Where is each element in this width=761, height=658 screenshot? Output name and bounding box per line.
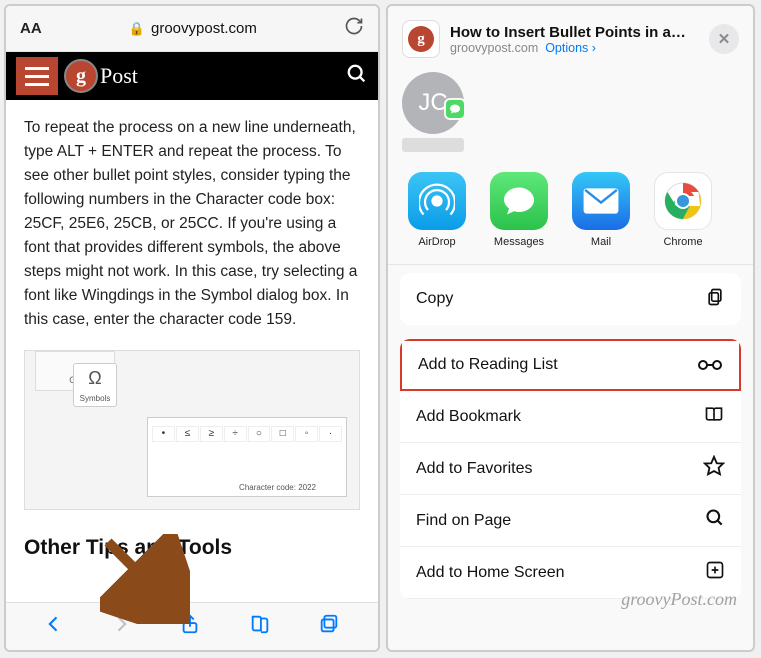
character-panel-preview: •≤≥÷○□◦· Character code: 2022 (147, 417, 347, 497)
find-on-page-action[interactable]: Find on Page (400, 495, 741, 547)
share-app-chrome[interactable]: Chrome (650, 172, 716, 248)
add-to-favorites-action[interactable]: Add to Favorites (400, 443, 741, 495)
back-button[interactable] (44, 614, 64, 639)
share-app-airdrop[interactable]: AirDrop (404, 172, 470, 248)
contact-suggestions-row: JC (388, 68, 753, 164)
messages-badge-icon (444, 98, 466, 120)
logo-text: Post (100, 63, 138, 89)
url-domain: groovypost.com (151, 20, 257, 37)
airdrop-icon (408, 172, 466, 230)
lock-icon: 🔒 (129, 21, 145, 37)
omega-icon: Ω (88, 365, 101, 393)
star-icon (703, 455, 725, 482)
tabs-button[interactable] (318, 613, 340, 640)
plus-square-icon (705, 560, 725, 585)
add-to-reading-list-action[interactable]: Add to Reading List (400, 339, 741, 391)
url-bar: AA 🔒 groovypost.com (6, 6, 378, 52)
add-to-home-screen-action[interactable]: Add to Home Screen (400, 547, 741, 599)
copy-icon (705, 287, 725, 312)
share-header: g How to Insert Bullet Points in a… groo… (388, 6, 753, 68)
share-sheet-pane: g How to Insert Bullet Points in a… groo… (386, 4, 755, 652)
app-label: AirDrop (418, 236, 455, 248)
reload-icon[interactable] (344, 16, 364, 41)
app-label: Mail (591, 236, 611, 248)
symbol-button-preview: Ω Symbols (73, 363, 117, 407)
glasses-icon (697, 355, 723, 376)
copy-action[interactable]: Copy (400, 273, 741, 325)
share-subtitle: groovypost.com Options › (450, 41, 699, 55)
share-apps-row: AirDrop Messages Mail Chrome (388, 164, 753, 265)
chrome-icon (654, 172, 712, 230)
share-button[interactable] (179, 613, 201, 640)
forward-button[interactable] (111, 614, 131, 639)
close-button[interactable]: ✕ (709, 24, 739, 54)
search-icon[interactable] (346, 63, 368, 90)
article-screenshot: Co Ω Symbols •≤≥÷○□◦· Character code: 20… (24, 350, 360, 510)
book-icon (703, 404, 725, 429)
share-options-link[interactable]: Options › (545, 41, 596, 55)
contact-avatar[interactable]: JC (402, 72, 464, 134)
safari-toolbar (6, 602, 378, 650)
address-field[interactable]: 🔒 groovypost.com (50, 20, 336, 37)
site-logo[interactable]: g Post (64, 59, 138, 93)
share-title: How to Insert Bullet Points in a… (450, 24, 699, 41)
share-actions-list: Copy Add to Reading List Add Bookmark Ad… (388, 265, 753, 599)
page-thumbnail: g (402, 20, 440, 58)
article-paragraph: To repeat the process on a new line unde… (24, 116, 360, 332)
share-app-mail[interactable]: Mail (568, 172, 634, 248)
contact-name-placeholder (402, 138, 464, 152)
add-bookmark-action[interactable]: Add Bookmark (400, 391, 741, 443)
site-header: g Post (6, 52, 378, 100)
article-body: To repeat the process on a new line unde… (6, 100, 378, 602)
search-icon (705, 508, 725, 533)
safari-browser-pane: AA 🔒 groovypost.com g Post To repeat the… (4, 4, 380, 652)
mail-icon (572, 172, 630, 230)
app-label: Chrome (663, 236, 702, 248)
text-size-button[interactable]: AA (20, 20, 42, 37)
messages-icon (490, 172, 548, 230)
app-label: Messages (494, 236, 544, 248)
hamburger-menu-button[interactable] (16, 57, 58, 95)
section-heading: Other Tips and Tools (24, 532, 360, 565)
share-app-messages[interactable]: Messages (486, 172, 552, 248)
logo-icon: g (64, 59, 98, 93)
bookmarks-button[interactable] (249, 613, 271, 640)
